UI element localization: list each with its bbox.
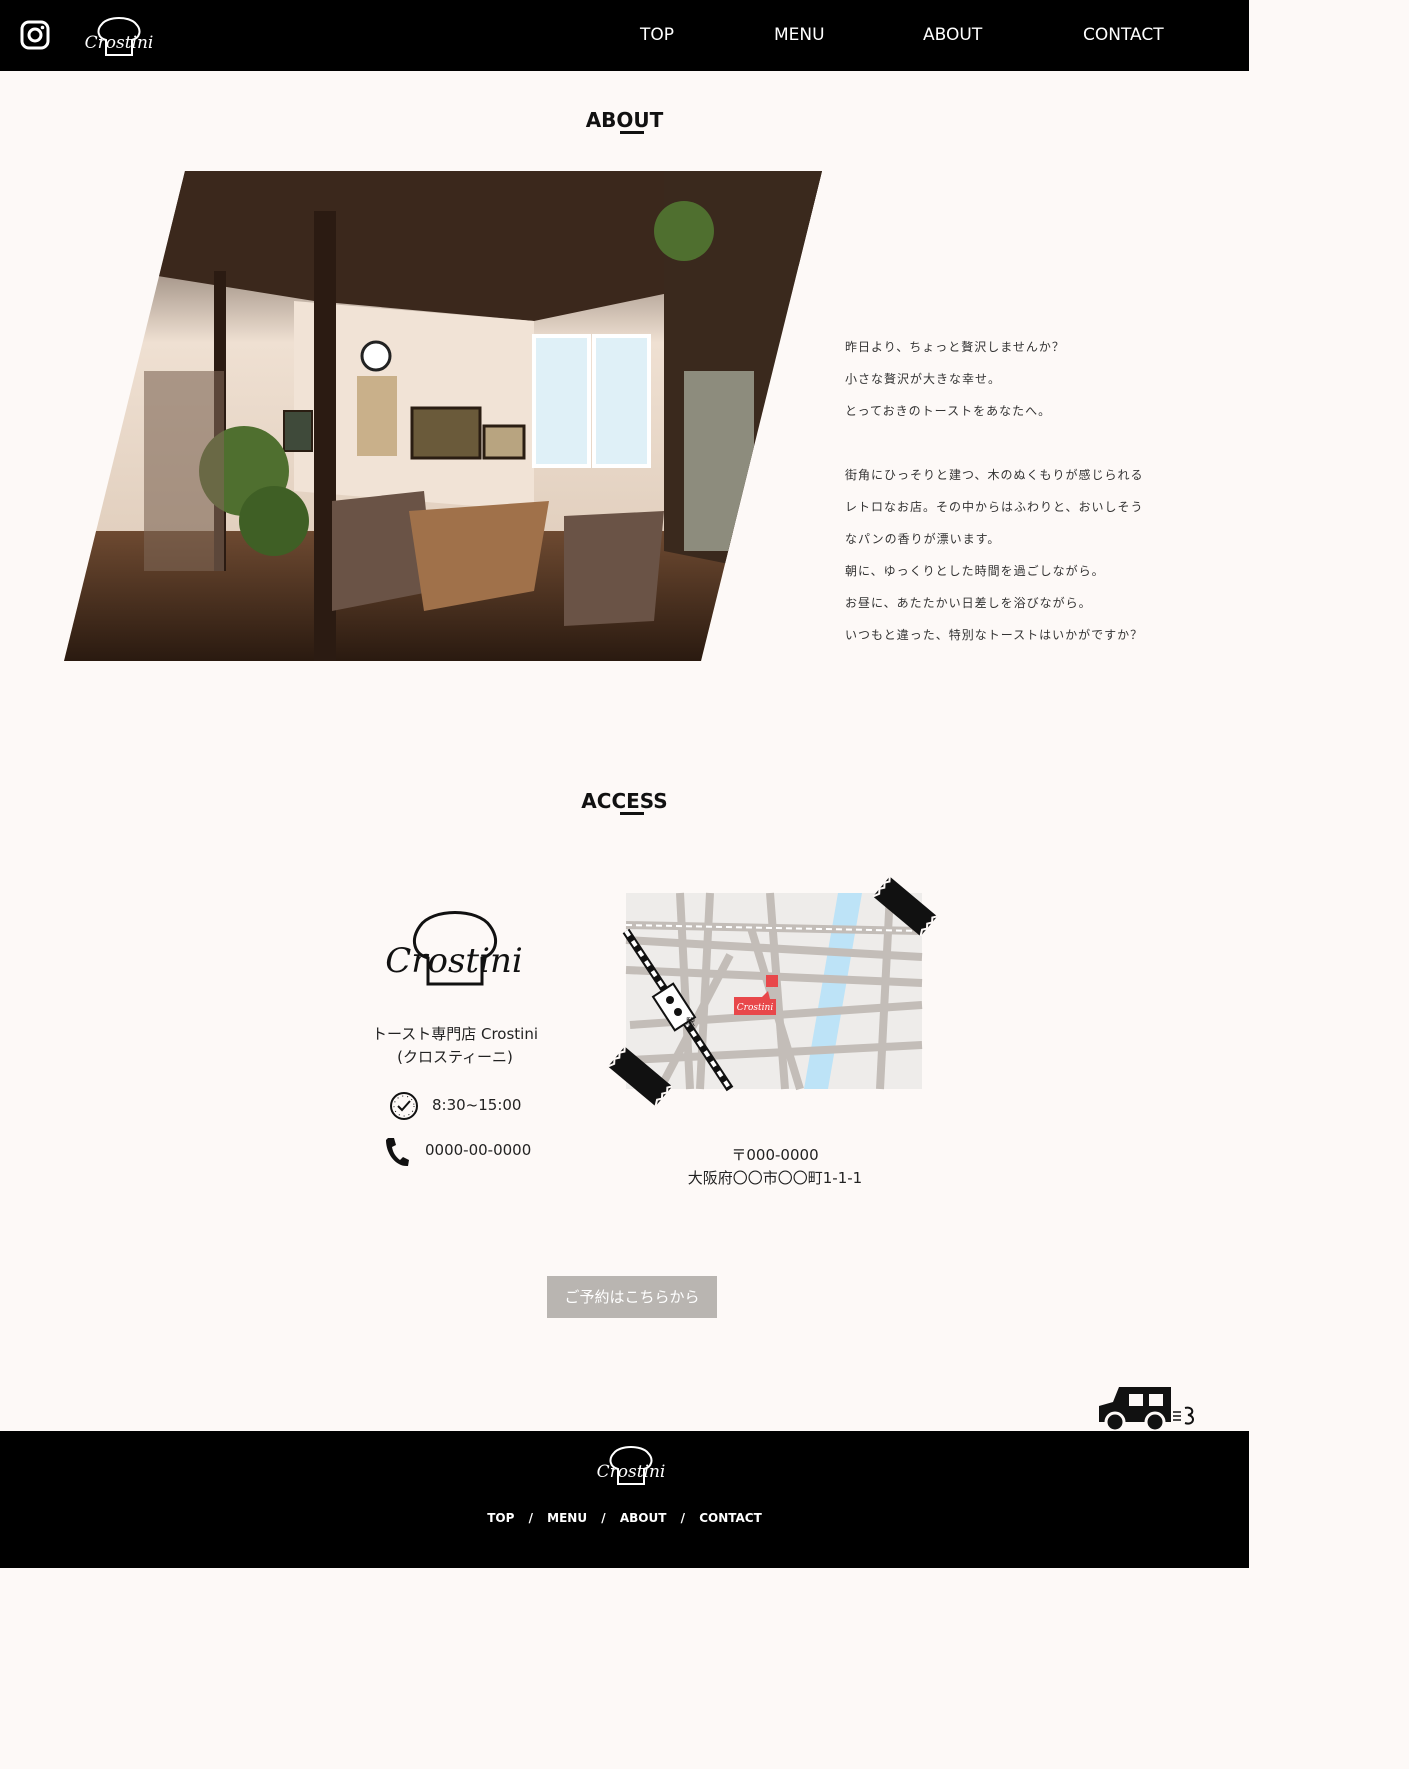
about-title-underline [620, 131, 644, 134]
site-footer: Crostini TOP / MENU / ABOUT / CONTACT [0, 1431, 1249, 1568]
clock-icon [390, 1092, 418, 1120]
footer-nav: TOP / MENU / ABOUT / CONTACT [0, 1511, 1249, 1525]
nav-contact[interactable]: CONTACT [1083, 25, 1164, 45]
site-header: Crostini TOP MENU ABOUT CONTACT [0, 0, 1249, 71]
about-line-blank [845, 434, 1165, 466]
access-title-underline [620, 812, 644, 815]
svg-text:駅: 駅 [686, 1017, 695, 1028]
about-line: 街角にひっそりと建つ、木のぬくもりが感じられる [845, 468, 1144, 482]
footer-nav-contact[interactable]: CONTACT [699, 1511, 762, 1525]
footer-nav-top[interactable]: TOP [487, 1511, 514, 1525]
about-line: 小さな贅沢が大きな幸せ。 [845, 372, 1002, 386]
about-line: 昨日より、ちょっと贅沢しませんか？ [845, 340, 1065, 354]
footer-separator: / [680, 1511, 686, 1525]
shop-name-line2: (クロスティーニ) [397, 1048, 513, 1066]
about-line: なパンの香りが漂います。 [845, 532, 1001, 546]
truck-icon[interactable] [1095, 1384, 1199, 1434]
footer-logo[interactable]: Crostini [590, 1441, 672, 1489]
nav-about[interactable]: ABOUT [923, 25, 982, 45]
access-title: ACCESS [581, 789, 668, 813]
nav-top[interactable]: TOP [640, 25, 674, 45]
phone-icon [386, 1138, 409, 1167]
about-line: いつもと違った、特別なトーストはいかがですか？ [845, 628, 1144, 642]
about-description: 昨日より、ちょっと贅沢しませんか？ 小さな贅沢が大きな幸せ。 とっておきのトース… [845, 338, 1165, 658]
svg-text:Crostini: Crostini [597, 1462, 666, 1482]
phone-number[interactable]: 0000-00-0000 [425, 1141, 531, 1159]
about-title: ABOUT [585, 108, 664, 132]
address: 〒000-0000 大阪府〇〇市〇〇町1-1-1 [660, 1144, 890, 1190]
about-line: お昼に、あたたかい日差しを浴びながら。 [845, 596, 1092, 610]
cafe-interior-photo [64, 171, 822, 661]
svg-text:Crostini: Crostini [385, 941, 523, 981]
business-hours: 8:30~15:00 [432, 1096, 522, 1114]
street-address: 大阪府〇〇市〇〇町1-1-1 [687, 1169, 863, 1187]
main-nav: TOP MENU ABOUT CONTACT [0, 25, 1249, 49]
about-line: とっておきのトーストをあなたへ。 [845, 404, 1052, 418]
shop-name: トースト専門店 Crostini (クロスティーニ) [360, 1023, 550, 1069]
nav-menu[interactable]: MENU [774, 25, 825, 45]
reservation-button[interactable]: ご予約はこちらから [547, 1276, 717, 1318]
postal-code: 〒000-0000 [731, 1146, 819, 1164]
svg-text:Crostini: Crostini [737, 1003, 774, 1013]
shop-name-line1: トースト専門店 Crostini [371, 1025, 539, 1043]
access-map: 駅 Crostini [607, 876, 938, 1107]
footer-separator: / [528, 1511, 533, 1525]
access-logo: Crostini [385, 911, 523, 986]
footer-separator: / [601, 1511, 606, 1525]
footer-nav-about[interactable]: ABOUT [620, 1511, 667, 1525]
about-line: 朝に、ゆっくりとした時間を過ごしながら。 [845, 564, 1105, 578]
about-line: レトロなお店。その中からはふわりと、おいしそう [845, 500, 1144, 514]
footer-nav-menu[interactable]: MENU [547, 1511, 587, 1525]
